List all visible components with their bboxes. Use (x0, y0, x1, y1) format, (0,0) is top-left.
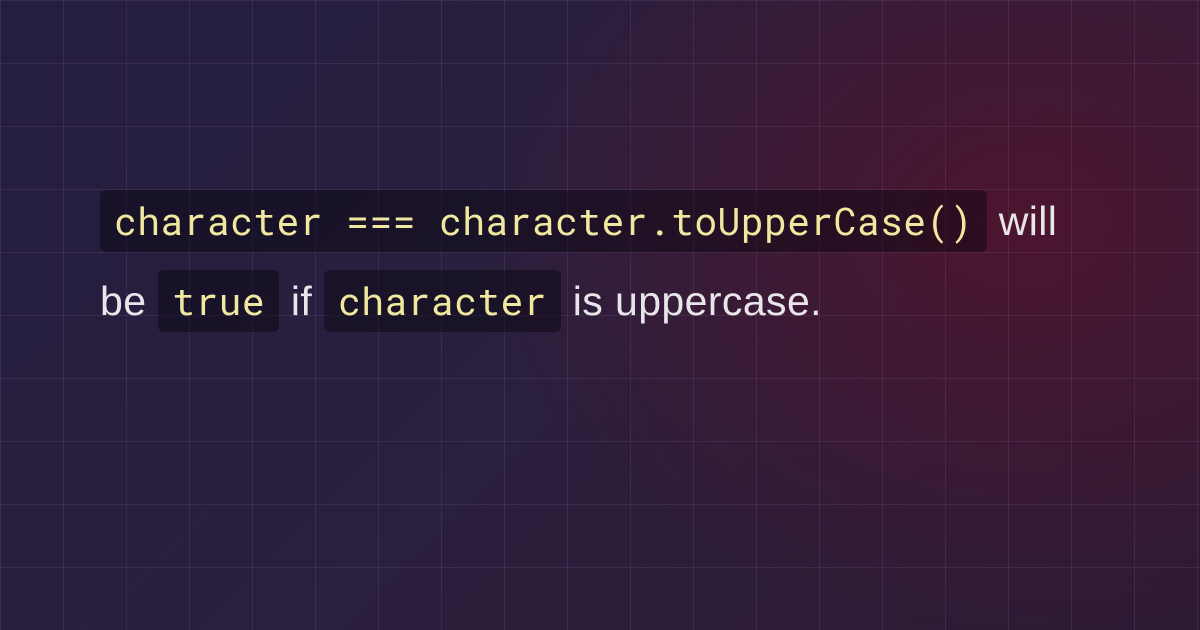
text-segment-3: is uppercase. (561, 278, 822, 324)
code-character: character (324, 270, 561, 332)
sentence-block: character === character.toUpperCase() wi… (100, 182, 1100, 342)
text-segment-2: if (279, 278, 324, 324)
code-expression: character === character.toUpperCase() (100, 190, 987, 252)
code-true: true (158, 270, 279, 332)
